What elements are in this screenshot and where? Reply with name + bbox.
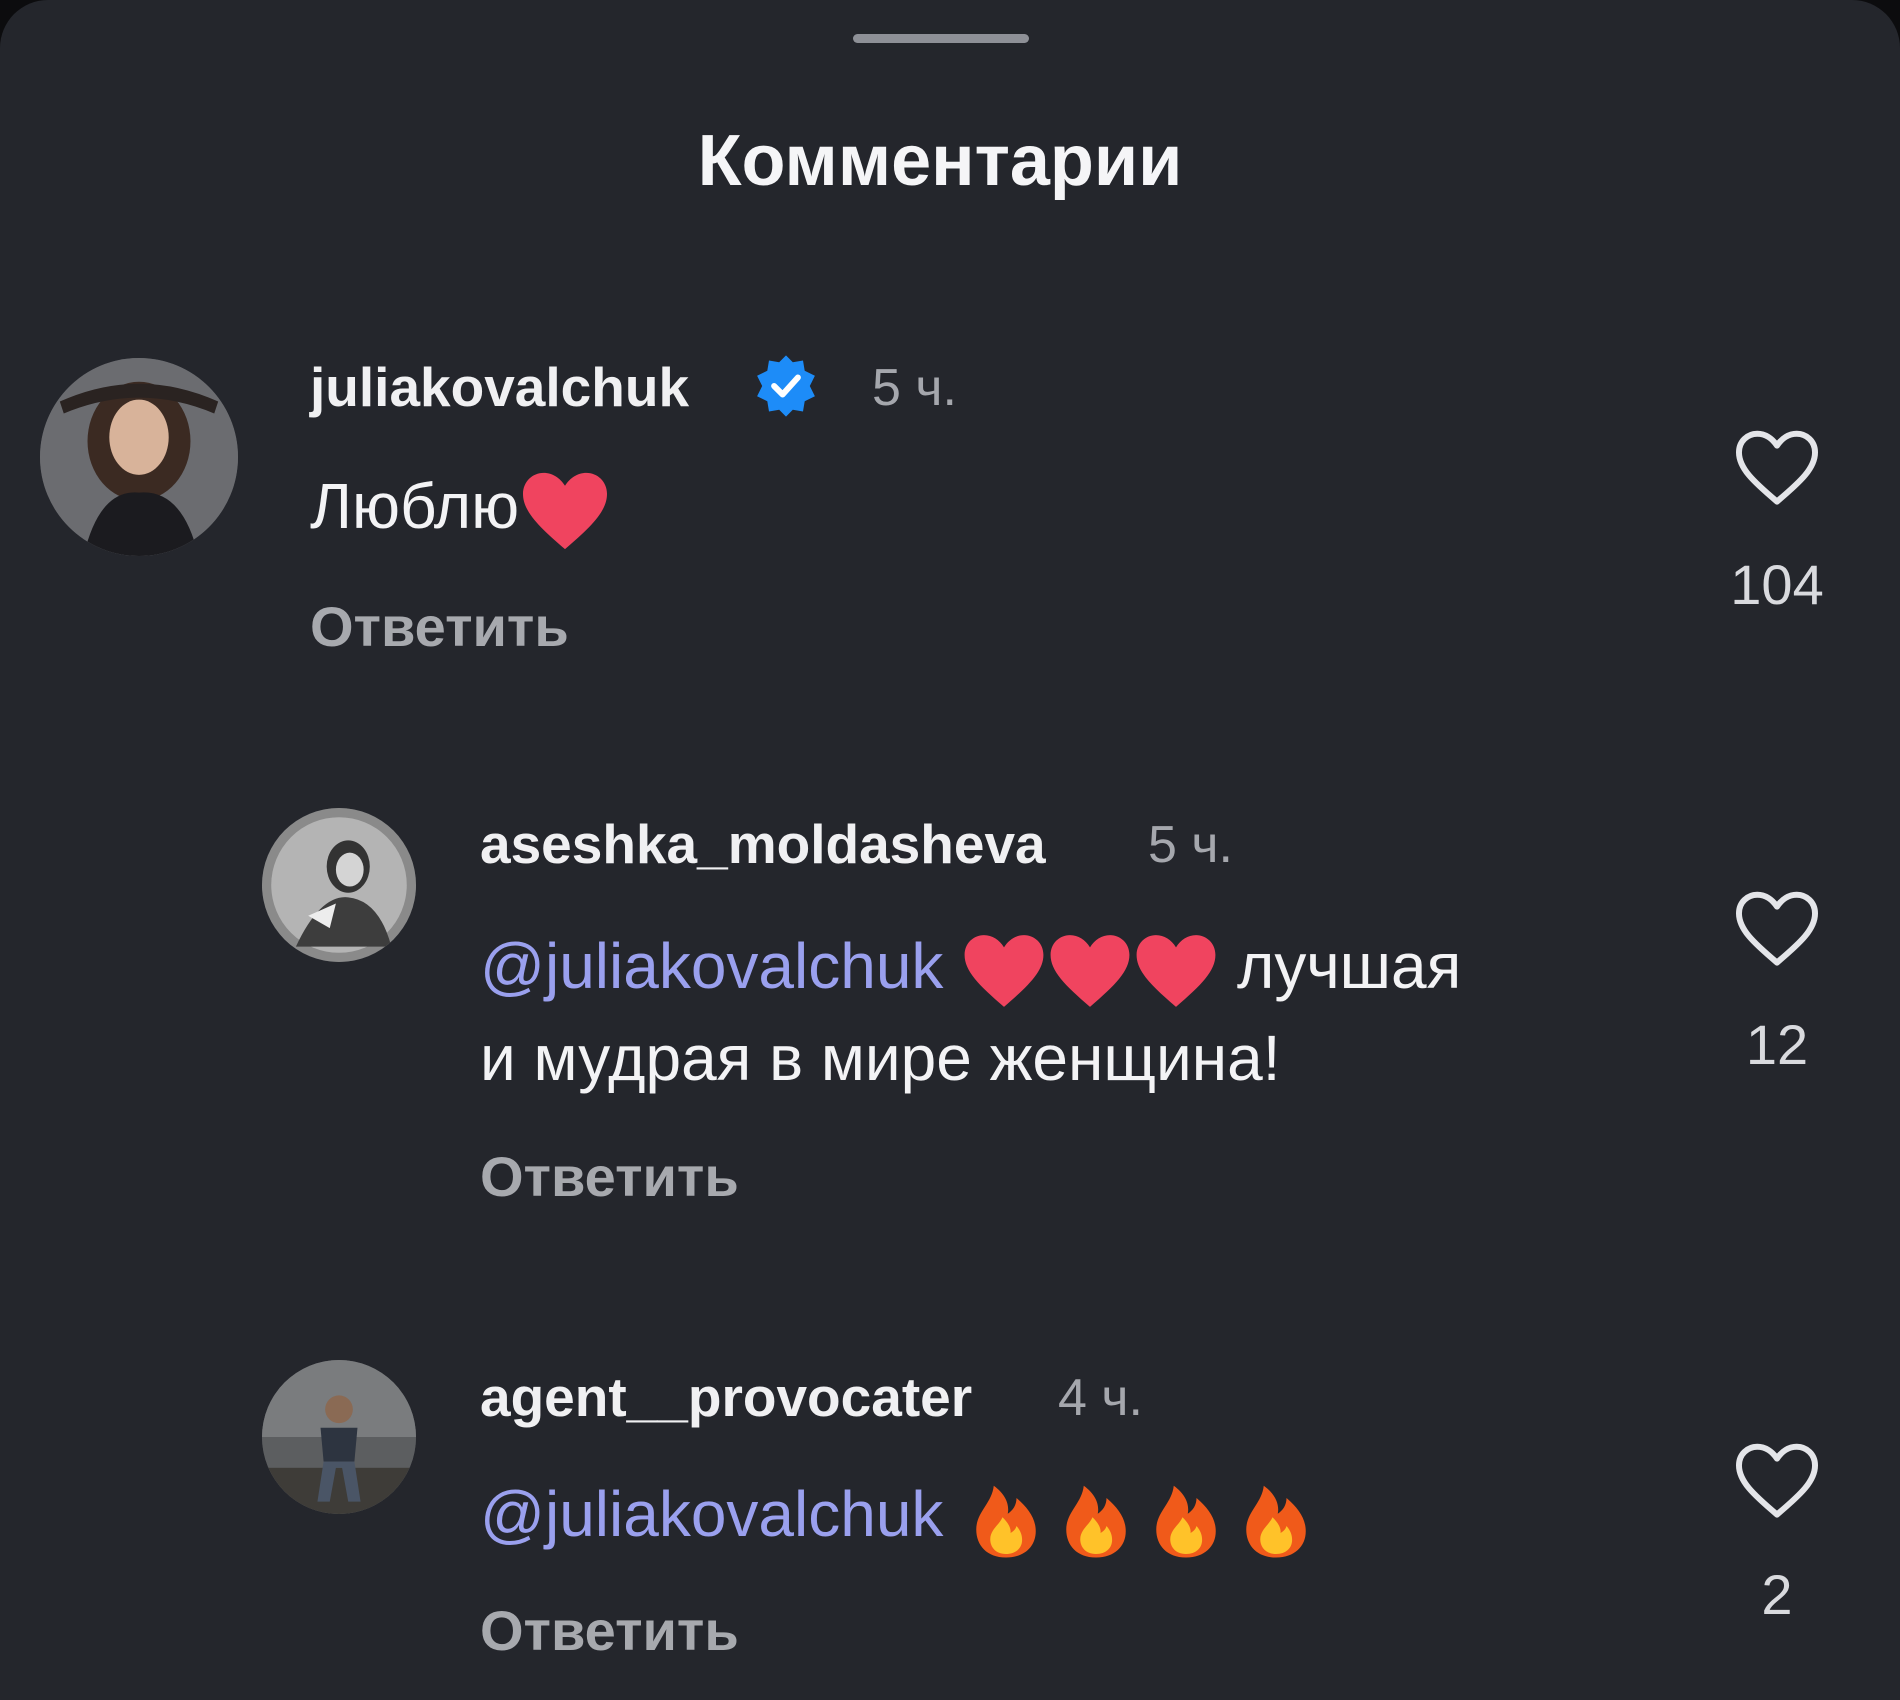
- avatar[interactable]: [262, 1360, 416, 1514]
- reply-button[interactable]: Ответить: [310, 594, 569, 659]
- comment-username[interactable]: aseshka_moldasheva: [480, 812, 1046, 876]
- comment-text: @juliakovalchuk: [480, 1468, 1321, 1561]
- like-count: 12: [1745, 1013, 1809, 1076]
- fire-emoji-icon: [1066, 1485, 1126, 1558]
- like-count: 2: [1761, 1563, 1793, 1626]
- red-heart-emoji-icon: [1050, 935, 1130, 1007]
- red-heart-emoji-icon: [523, 472, 608, 550]
- like-count: 104: [1730, 553, 1824, 616]
- heart-outline-icon[interactable]: [1731, 888, 1823, 970]
- heart-outline-icon[interactable]: [1731, 1440, 1823, 1522]
- comment-text-line: и мудрая в мире женщина!: [480, 1022, 1281, 1094]
- comment-text: @juliakovalchuk лучшая: [480, 920, 1461, 1012]
- fire-emoji-icon: [976, 1485, 1036, 1558]
- red-heart-emoji-icon: [964, 935, 1044, 1007]
- fire-emoji-icon: [1246, 1485, 1306, 1558]
- verified-badge-icon: [757, 355, 815, 417]
- comment-time: 5 ч.: [1148, 816, 1233, 874]
- fire-emoji-icon: [1156, 1485, 1216, 1558]
- mention-link[interactable]: @juliakovalchuk: [480, 930, 943, 1002]
- comments-sheet: Комментарии juliakovalchuk 5 ч. Люблю От…: [0, 0, 1900, 1700]
- comment-body: лучшая: [1236, 930, 1462, 1002]
- sheet-title: Комментарии: [697, 121, 1183, 201]
- avatar[interactable]: [40, 358, 238, 556]
- mention-link[interactable]: @juliakovalchuk: [480, 1478, 943, 1550]
- avatar[interactable]: [262, 808, 416, 962]
- comment-body: Люблю: [310, 470, 520, 542]
- comment-time: 4 ч.: [1058, 1369, 1143, 1427]
- drag-handle[interactable]: [853, 34, 1029, 43]
- comment-text: Люблю: [310, 460, 611, 553]
- comment-username[interactable]: juliakovalchuk: [310, 355, 689, 419]
- comment-username[interactable]: agent__provocater: [480, 1365, 972, 1429]
- reply-button[interactable]: Ответить: [480, 1144, 739, 1209]
- heart-outline-icon[interactable]: [1731, 427, 1823, 509]
- red-heart-emoji-icon: [1136, 935, 1216, 1007]
- comment-time: 5 ч.: [872, 359, 957, 417]
- reply-button[interactable]: Ответить: [480, 1598, 739, 1663]
